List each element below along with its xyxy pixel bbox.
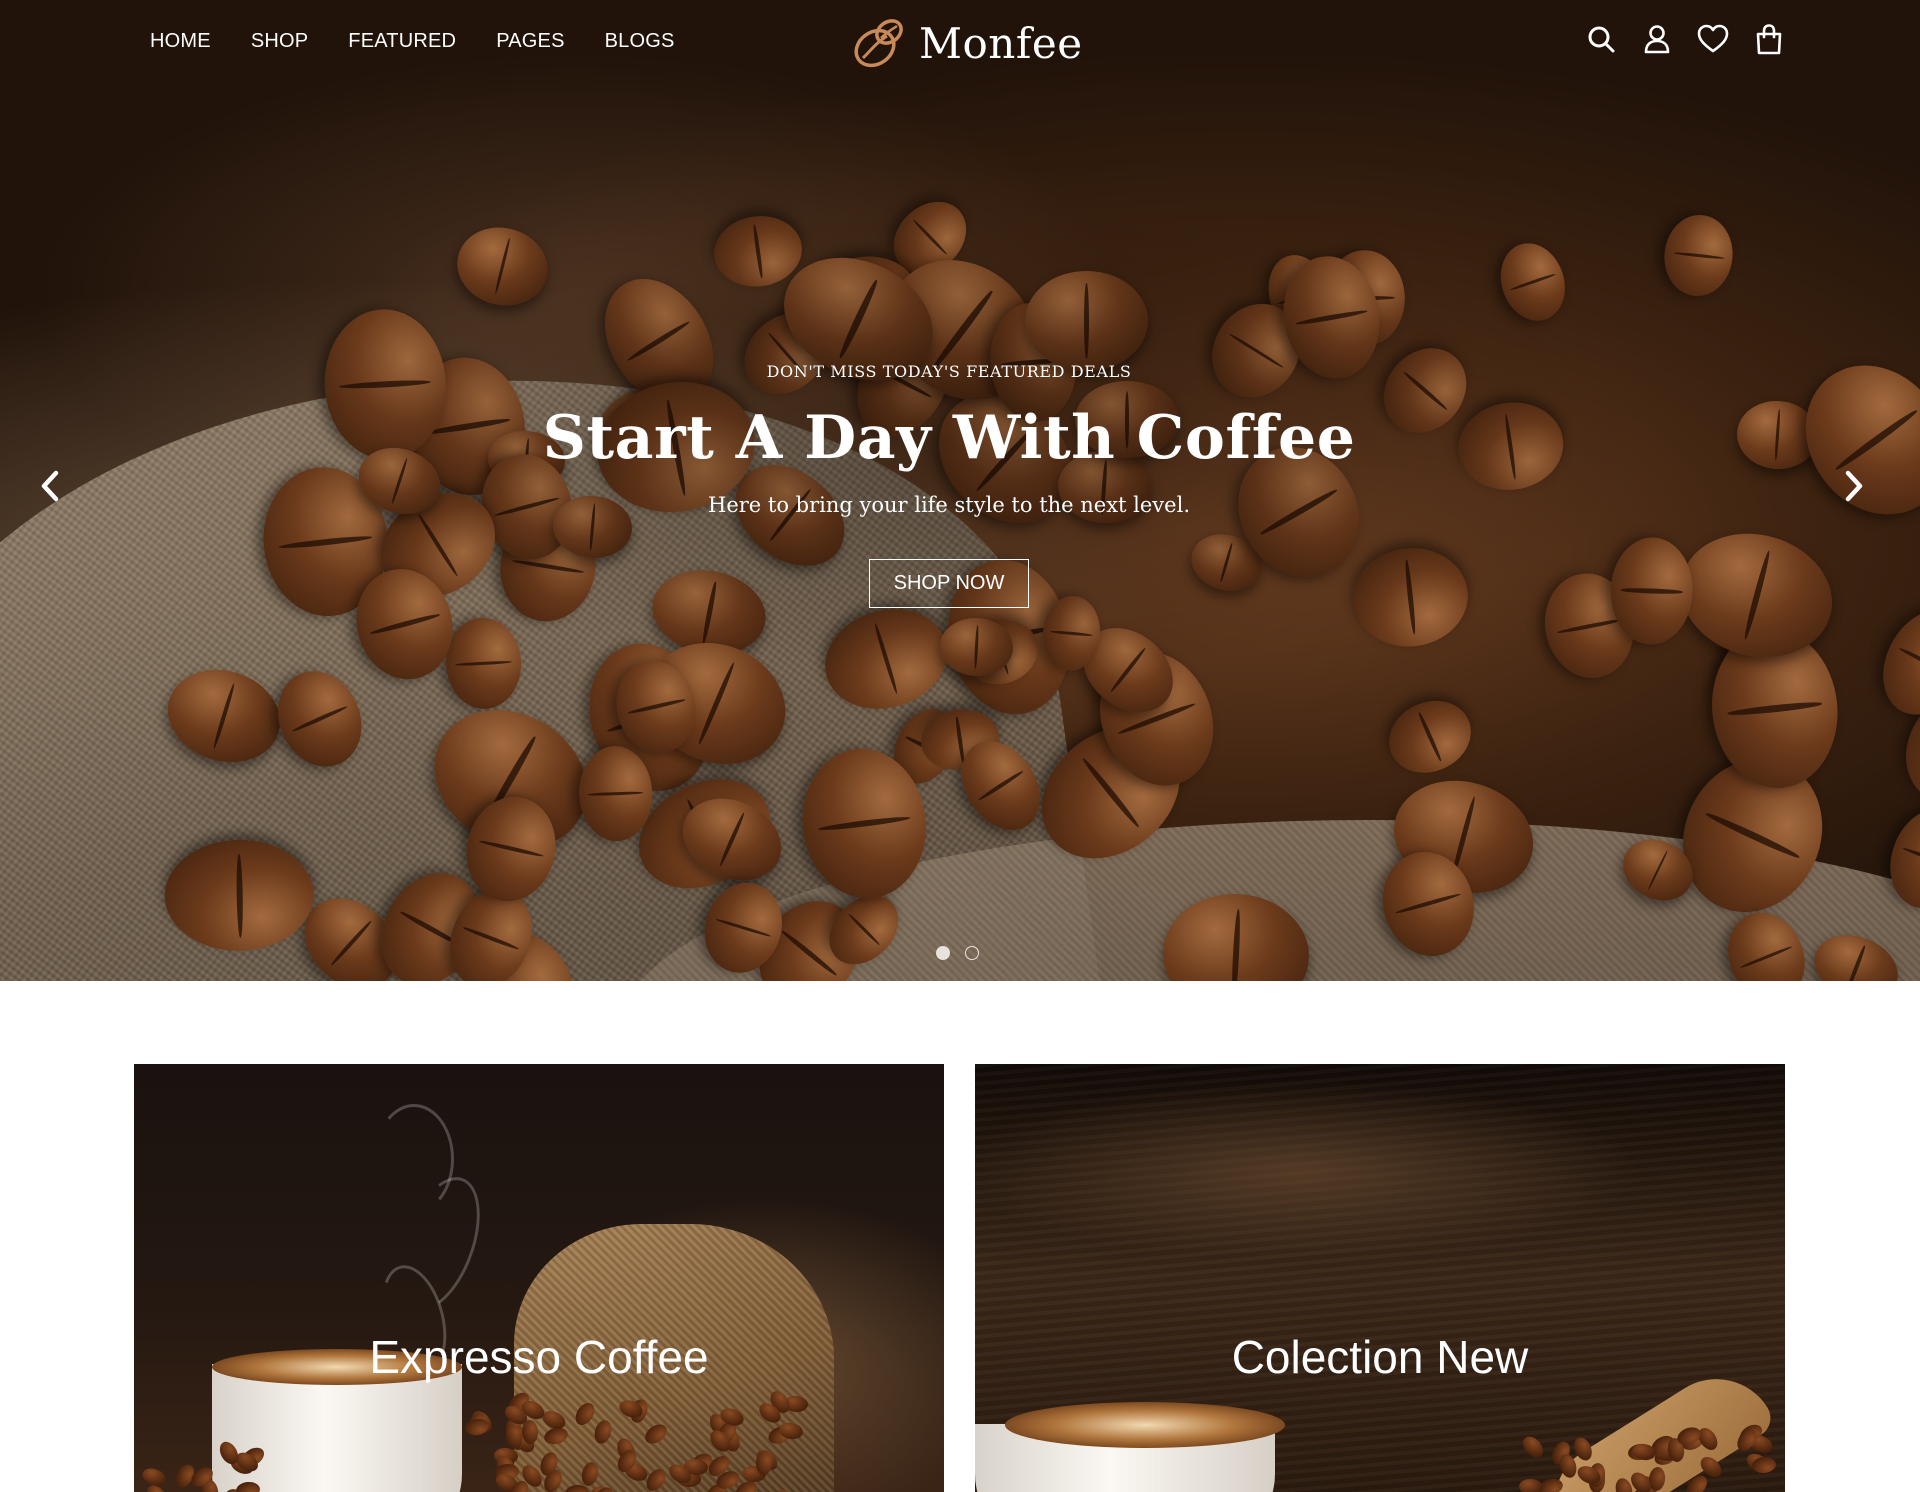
hero-subtitle: Here to bring your life style to the nex… <box>708 493 1190 517</box>
coffee-bean <box>1519 1432 1548 1462</box>
hero-content: DON'T MISS TODAY'S FEATURED DEALS Start … <box>0 362 1898 608</box>
main-nav: HOME SHOP FEATURED PAGES BLOGS <box>150 30 675 53</box>
promo-card-collection[interactable]: Colection New <box>975 1064 1785 1492</box>
shopping-bag-icon[interactable] <box>1753 22 1785 56</box>
header-actions <box>1585 22 1785 56</box>
brand-logo[interactable]: Monfee <box>845 10 1083 76</box>
nav-pages[interactable]: PAGES <box>496 30 564 53</box>
nav-home[interactable]: HOME <box>150 30 211 53</box>
promo-title-collection: Colection New <box>1231 1331 1529 1383</box>
shop-now-button[interactable]: SHOP NOW <box>868 559 1030 608</box>
promo-title-expresso: Expresso Coffee <box>369 1331 709 1383</box>
slider-dot-2[interactable] <box>965 946 979 960</box>
nav-featured[interactable]: FEATURED <box>348 30 456 53</box>
account-icon[interactable] <box>1641 22 1673 56</box>
slider-dot-1[interactable] <box>936 946 950 960</box>
coffee-bean <box>463 1417 491 1437</box>
coffee-bean-logo-icon <box>854 19 903 68</box>
promo-card-expresso[interactable]: Expresso Coffee <box>134 1064 944 1492</box>
nav-shop[interactable]: SHOP <box>251 30 308 53</box>
hero-banner: DON'T MISS TODAY'S FEATURED DEALS Start … <box>0 0 1920 981</box>
hero-eyebrow: DON'T MISS TODAY'S FEATURED DEALS <box>766 362 1132 381</box>
brand-name: Monfee <box>919 18 1083 68</box>
coffee-bean <box>1518 1478 1544 1492</box>
search-icon[interactable] <box>1585 22 1617 56</box>
wishlist-heart-icon[interactable] <box>1697 22 1729 56</box>
site-header: HOME SHOP FEATURED PAGES BLOGS Monfee <box>0 0 1920 86</box>
slider-pagination <box>936 946 979 960</box>
coffee-bean <box>1751 1456 1777 1475</box>
hero-title: Start A Day With Coffee <box>542 403 1356 473</box>
nav-blogs[interactable]: BLOGS <box>605 30 675 53</box>
